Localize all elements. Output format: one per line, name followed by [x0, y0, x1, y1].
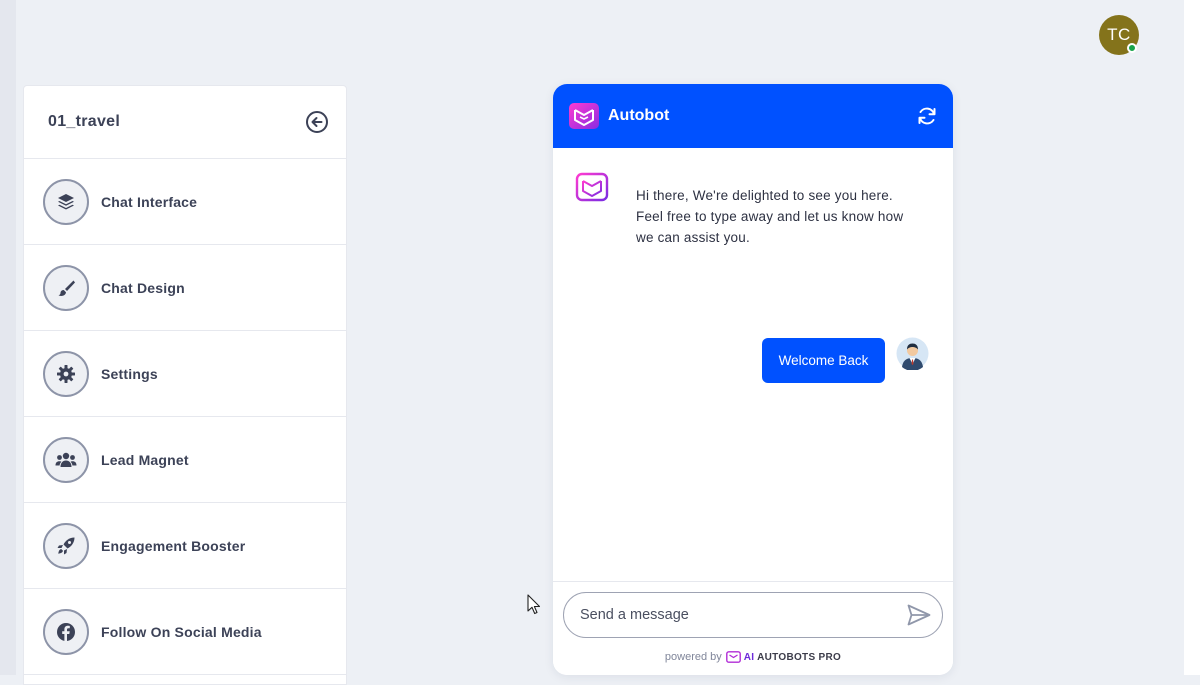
refresh-button[interactable]	[915, 104, 939, 128]
refresh-icon	[918, 107, 936, 125]
user-initials: TC	[1107, 25, 1131, 44]
rocket-icon	[43, 522, 89, 569]
sidebar-item-chat-interface[interactable]: Chat Interface	[24, 159, 346, 245]
chat-header: Autobot	[553, 84, 953, 148]
chat-brand: Autobot	[568, 102, 669, 130]
sidebar-item-settings[interactable]: Settings	[24, 331, 346, 417]
user-avatar[interactable]: TC	[1099, 15, 1139, 55]
sidebar-item-label: Engagement Booster	[101, 537, 246, 554]
brand-name: AUTOBOTS PRO	[757, 651, 842, 663]
user-message-avatar	[896, 337, 929, 370]
sidebar-title: 01_travel	[48, 113, 121, 130]
chat-messages: Hi there, We're delighted to see you her…	[553, 148, 953, 581]
powered-by: powered by AI AUTOBOTS PRO	[553, 651, 953, 663]
brand-ai: AI	[743, 651, 755, 663]
right-scrollbar-track	[1184, 0, 1200, 675]
facebook-icon	[43, 608, 89, 655]
gear-icon	[43, 350, 89, 397]
powered-by-brand[interactable]: AI AUTOBOTS PRO	[744, 652, 841, 663]
chat-footer: powered by AI AUTOBOTS PRO	[553, 581, 953, 675]
sidebar-item-chat-design[interactable]: Chat Design	[24, 245, 346, 331]
sidebar-item-engagement-booster[interactable]: Engagement Booster	[24, 503, 346, 589]
chat-title: Autobot	[608, 107, 670, 124]
sidebar-panel: 01_travel Chat Interface Chat Design Set…	[23, 85, 347, 685]
paintbrush-icon	[43, 264, 89, 311]
send-icon	[907, 604, 931, 626]
bot-message: Hi there, We're delighted to see you her…	[636, 188, 904, 245]
sidebar-header: 01_travel	[24, 86, 346, 159]
arrow-left-circle-icon	[306, 111, 328, 133]
sidebar-item-label: Lead Magnet	[101, 451, 189, 468]
back-button[interactable]	[305, 110, 329, 134]
autobot-logo-icon	[569, 103, 599, 129]
autobots-pro-logo-icon	[725, 651, 741, 663]
sidebar-item-lead-magnet[interactable]: Lead Magnet	[24, 417, 346, 503]
users-icon	[43, 436, 89, 483]
sidebar-item-label: Follow On Social Media	[101, 623, 262, 640]
left-edge-strip	[0, 0, 16, 675]
message-input[interactable]	[580, 607, 906, 623]
bot-avatar-icon	[575, 172, 609, 202]
layers-icon	[43, 178, 89, 225]
sidebar-item-label: Chat Interface	[101, 193, 198, 210]
user-message-bubble: Welcome Back	[762, 338, 885, 383]
send-button[interactable]	[906, 602, 932, 628]
powered-by-label: powered by	[664, 651, 722, 663]
sidebar-item-follow-social[interactable]: Follow On Social Media	[24, 589, 346, 675]
sidebar-item-label: Settings	[101, 365, 158, 382]
mouse-cursor-icon	[527, 594, 541, 615]
sidebar-item-label: Chat Design	[101, 279, 185, 296]
online-status-dot	[1127, 43, 1137, 53]
message-input-wrapper	[563, 592, 943, 638]
chat-widget: Autobot Hi there, We're delighted to see…	[553, 84, 953, 675]
